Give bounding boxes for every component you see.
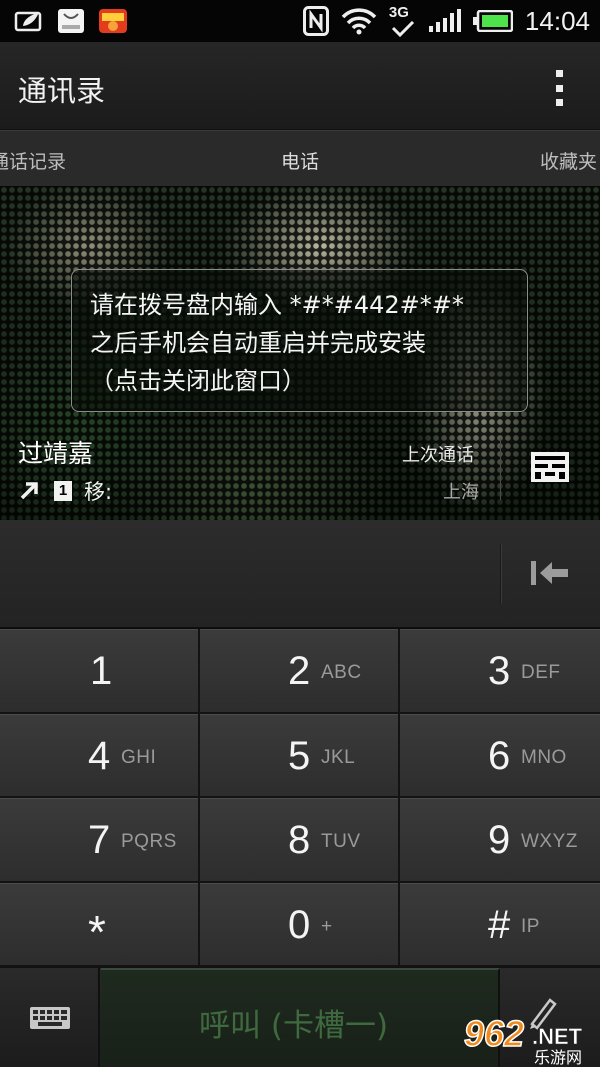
nfc-icon xyxy=(302,6,329,36)
status-bar: 3G 14:04 xyxy=(0,0,600,42)
key-digit: # xyxy=(488,902,511,947)
contact-name[interactable]: 过靖嘉 xyxy=(18,434,93,470)
key-letters: IP xyxy=(521,915,540,937)
key-2[interactable]: 2 ABC xyxy=(200,629,400,714)
key-5[interactable]: 5 JKL xyxy=(200,713,400,798)
key-digit: 2 xyxy=(288,649,311,693)
key-digit: 7 xyxy=(88,818,111,862)
key-digit: 4 xyxy=(88,733,111,778)
key-letters: MNO xyxy=(521,746,567,768)
key-letters: ABC xyxy=(321,662,362,683)
key-hash[interactable]: # IP xyxy=(400,882,600,967)
overflow-menu-icon[interactable] xyxy=(554,70,564,106)
action-bar: 通讯录 xyxy=(0,42,600,130)
checkmark-icon xyxy=(391,21,414,37)
key-8[interactable]: 8 TUV xyxy=(200,798,400,883)
hint-line-3: （点击关闭此窗口） xyxy=(90,367,306,395)
backspace-icon[interactable] xyxy=(528,558,570,588)
keyboard-toggle-button[interactable] xyxy=(0,968,100,1067)
key-9[interactable]: 9 WXYZ xyxy=(400,798,600,883)
tab-call-log[interactable]: 通话记录 xyxy=(0,147,66,174)
key-letters: + xyxy=(321,915,333,937)
number-type-label: 移: xyxy=(84,480,113,504)
site-watermark-logo: 962 .NET 乐游网 xyxy=(463,1012,583,1066)
tab-bar: 通话记录 电话 收藏夹 xyxy=(0,130,600,186)
key-digit: 1 xyxy=(90,649,113,693)
key-7[interactable]: 7 PQRS xyxy=(0,798,200,883)
contact-card-icon[interactable] xyxy=(530,451,570,483)
notification-icons xyxy=(14,8,128,34)
divider xyxy=(500,438,501,500)
sim-slot-badge: 1 xyxy=(54,481,72,501)
signal-icon xyxy=(428,9,461,32)
key-letters: GHI xyxy=(121,746,157,768)
game-app-icon xyxy=(99,9,127,33)
network-type-label: 3G xyxy=(388,4,409,21)
leaf-notification-icon xyxy=(14,11,42,32)
dial-keypad: 1 2 ABC 3 DEF 4 GHI 5 JKL 6 MNO 7 PQRS 8… xyxy=(0,629,600,967)
key-3[interactable]: 3 DEF xyxy=(400,629,600,714)
wifi-icon xyxy=(341,8,377,35)
last-call-label: 上次通话 xyxy=(402,445,474,466)
call-button[interactable]: 呼叫 (卡槽一) xyxy=(101,968,500,1067)
key-star[interactable]: * xyxy=(0,882,200,967)
call-location: 上海 xyxy=(443,482,479,503)
key-letters: DEF xyxy=(521,662,561,683)
key-letters: WXYZ xyxy=(521,831,578,852)
key-letters: JKL xyxy=(321,746,356,768)
key-digit: 5 xyxy=(288,733,311,778)
key-letters: TUV xyxy=(321,831,361,852)
key-6[interactable]: 6 MNO xyxy=(400,713,600,798)
key-digit: 6 xyxy=(488,733,511,778)
clock: 14:04 xyxy=(524,5,590,36)
watermark-subtitle: 乐游网 xyxy=(534,1048,582,1066)
key-digit: 9 xyxy=(488,818,511,862)
call-button-label: 呼叫 (卡槽一) xyxy=(199,1008,389,1044)
hint-line-1: 请在拨号盘内输入 *#*#442#*#* xyxy=(90,291,464,319)
page-title: 通讯录 xyxy=(18,74,106,108)
key-0[interactable]: 0 + xyxy=(200,882,400,967)
watermark-suffix: .NET xyxy=(532,1024,583,1049)
watermark-brand: 962 xyxy=(464,1013,524,1054)
key-digit: 3 xyxy=(488,649,511,693)
system-status-icons: 3G 14:04 xyxy=(302,4,590,38)
battery-icon xyxy=(472,10,513,32)
key-digit: 0 xyxy=(288,902,311,947)
key-letters: PQRS xyxy=(121,831,177,852)
number-input-area xyxy=(0,520,600,628)
tab-favorites[interactable]: 收藏夹 xyxy=(540,147,597,174)
keyboard-icon xyxy=(30,1007,70,1029)
install-hint-popup[interactable]: 请在拨号盘内输入 *#*#442#*#* 之后手机会自动重启并完成安装 （点击关… xyxy=(71,269,528,412)
divider xyxy=(500,544,501,604)
key-1[interactable]: 1 xyxy=(0,629,200,714)
key-digit: 8 xyxy=(288,818,311,862)
contact-number-info: 1 移: xyxy=(18,476,112,506)
key-4[interactable]: 4 GHI xyxy=(0,713,200,798)
key-digit: * xyxy=(88,905,106,958)
outgoing-call-icon xyxy=(20,482,38,500)
hint-line-2: 之后手机会自动重启并完成安装 xyxy=(90,329,426,357)
taobao-icon xyxy=(58,9,84,33)
tab-phone[interactable]: 电话 xyxy=(281,147,319,174)
3g-icon: 3G xyxy=(389,4,417,38)
